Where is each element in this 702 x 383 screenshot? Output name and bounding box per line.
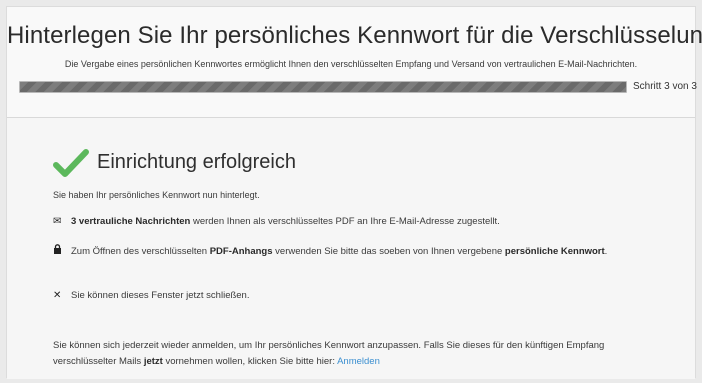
step-indicator: Schritt 3 von 3 bbox=[633, 81, 697, 92]
info-bold: PDF-Anhangs bbox=[209, 246, 273, 257]
info-item-text: 3 vertrauliche Nachrichten werden Ihnen … bbox=[71, 214, 661, 229]
info-text: verwenden Sie bitte das soeben von Ihnen… bbox=[272, 246, 505, 257]
message-count: 3 vertrauliche Nachrichten bbox=[71, 216, 191, 227]
footer-text: Sie können sich jederzeit wieder anmelde… bbox=[53, 338, 663, 370]
header: Hinterlegen Sie Ihr persönliches Kennwor… bbox=[7, 7, 702, 118]
login-link[interactable]: Anmelden bbox=[337, 356, 380, 367]
page-title: Hinterlegen Sie Ihr persönliches Kennwor… bbox=[7, 22, 702, 49]
footer-text-part: vornehmen wollen, klicken Sie bitte hier… bbox=[162, 356, 338, 367]
info-item-text: Zum Öffnen des verschlüsselten PDF-Anhan… bbox=[71, 244, 661, 259]
info-text: . bbox=[604, 246, 608, 257]
success-text: Sie haben Ihr persönliches Kennwort nun … bbox=[53, 190, 260, 200]
progress-bar bbox=[19, 81, 627, 93]
info-item-text: Sie können dieses Fenster jetzt schließe… bbox=[71, 290, 250, 301]
main-content: Einrichtung erfolgreich Sie haben Ihr pe… bbox=[7, 118, 695, 379]
check-icon bbox=[53, 149, 89, 177]
footer-bold: jetzt bbox=[143, 356, 163, 367]
lock-icon bbox=[53, 244, 67, 259]
progress-bar-fill bbox=[20, 82, 626, 92]
envelope-icon: ✉ bbox=[53, 216, 62, 227]
page: Hinterlegen Sie Ihr persönliches Kennwor… bbox=[6, 6, 702, 379]
page-subtitle: Die Vergabe eines persönlichen Kennworte… bbox=[64, 59, 638, 69]
success-title: Einrichtung erfolgreich bbox=[97, 151, 296, 173]
info-text: Zum Öffnen des verschlüsselten bbox=[71, 246, 210, 257]
info-text: werden Ihnen als verschlüsseltes PDF an … bbox=[190, 216, 500, 227]
close-icon: ✕ bbox=[53, 290, 62, 301]
info-bold: persönliche Kennwort bbox=[504, 246, 605, 257]
